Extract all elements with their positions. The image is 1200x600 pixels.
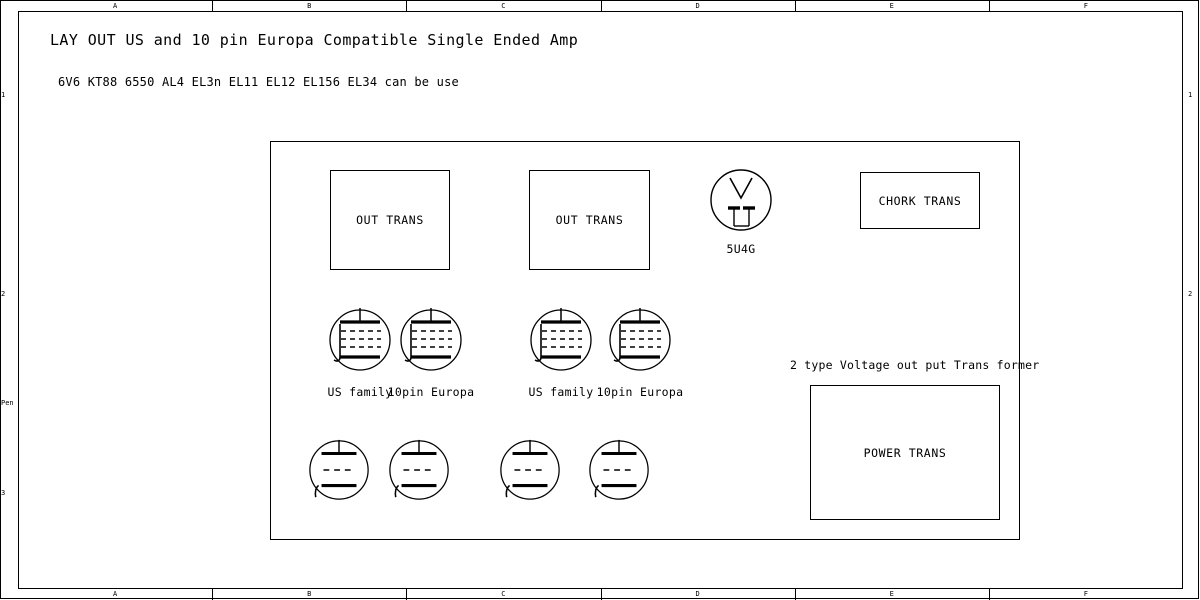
frame-column-marker-c-bottom: C bbox=[501, 590, 506, 598]
drawing-title: LAY OUT US and 10 pin Europa Compatible … bbox=[50, 31, 579, 49]
socket-preamp-3 bbox=[497, 437, 563, 503]
socket-10pin-europa-1-caption: 10pin Europa bbox=[387, 385, 475, 399]
out-trans-right-box: OUT TRANS bbox=[529, 170, 650, 270]
frame-tick bbox=[406, 589, 408, 600]
rectifier-caption: 5U4G bbox=[726, 242, 756, 256]
frame-row-marker-right-1: 1 bbox=[1188, 91, 1193, 99]
frame-column-marker-f-bottom: F bbox=[1083, 590, 1089, 598]
power-trans-box: POWER TRANS bbox=[810, 385, 1000, 520]
pentode-tube-symbol bbox=[530, 308, 592, 371]
out-trans-left-label: OUT TRANS bbox=[356, 213, 424, 227]
socket-us-family-1-caption: US family bbox=[327, 385, 393, 399]
chork-trans-label: CHORK TRANS bbox=[878, 193, 962, 208]
out-trans-left-box: OUT TRANS bbox=[330, 170, 450, 270]
socket-us-family-1: US family bbox=[326, 306, 394, 399]
frame-column-marker-c-top: C bbox=[501, 2, 506, 10]
pentode-tube-symbol bbox=[609, 308, 671, 371]
tube-envelope-icon bbox=[710, 169, 772, 231]
triode-tube-symbol bbox=[309, 439, 369, 500]
frame-row-marker-left-2: 2 bbox=[1, 290, 6, 298]
triode-tube-symbol bbox=[589, 439, 649, 500]
frame-tick bbox=[212, 589, 214, 600]
triode-tube-symbol bbox=[389, 439, 449, 500]
frame-tick bbox=[600, 0, 602, 11]
frame-column-marker-d-top: D bbox=[695, 2, 700, 10]
frame-row-marker-right-2: 2 bbox=[1188, 290, 1193, 298]
triode-tube-symbol bbox=[500, 439, 560, 500]
frame-column-marker-b-top: B bbox=[307, 2, 312, 10]
frame-column-marker-e-top: E bbox=[889, 2, 894, 10]
socket-preamp-2 bbox=[386, 437, 452, 503]
frame-row-marker-left-3: 3 bbox=[1, 489, 6, 497]
frame-tick bbox=[794, 0, 796, 11]
frame-column-marker-a-bottom: A bbox=[112, 590, 118, 598]
rectifier-tube-symbol bbox=[710, 169, 772, 231]
frame-column-marker-e-bottom: E bbox=[889, 590, 894, 598]
frame-column-marker-d-bottom: D bbox=[695, 590, 700, 598]
drawing-subtitle: 6V6 KT88 6550 AL4 EL3n EL11 EL12 EL156 E… bbox=[58, 75, 459, 89]
frame-column-marker-a-top: A bbox=[112, 2, 118, 10]
frame-tick bbox=[988, 0, 990, 11]
socket-10pin-europa-2-caption: 10pin Europa bbox=[596, 385, 684, 399]
note-voltage-output-transformer: 2 type Voltage out put Trans former bbox=[790, 358, 1040, 372]
chork-trans-box: CHORK TRANS bbox=[860, 172, 980, 229]
pentode-tube-symbol bbox=[329, 308, 391, 371]
frame-column-marker-b-bottom: B bbox=[307, 590, 312, 598]
socket-10pin-europa-1: 10pin Europa bbox=[388, 306, 474, 399]
rectifier-socket-5u4g: 5U4G bbox=[707, 166, 775, 256]
power-trans-label: POWER TRANS bbox=[863, 445, 947, 460]
socket-preamp-4 bbox=[586, 437, 652, 503]
frame-tick bbox=[212, 0, 214, 11]
frame-row-marker-left-pen: Pen bbox=[1, 399, 14, 407]
socket-us-family-2: US family bbox=[527, 306, 595, 399]
socket-10pin-europa-2: 10pin Europa bbox=[597, 306, 683, 399]
frame-column-marker-f-top: F bbox=[1083, 2, 1089, 10]
frame-tick bbox=[406, 0, 408, 11]
frame-tick bbox=[988, 589, 990, 600]
out-trans-right-label: OUT TRANS bbox=[555, 213, 624, 227]
drawing-sheet: A A B B C C D D E E F F 1 2 Pen 3 1 2 LAY OUT US and 10 … bbox=[0, 0, 1200, 600]
frame-tick bbox=[600, 589, 602, 600]
frame-row-marker-left-1: 1 bbox=[1, 91, 6, 99]
socket-us-family-2-caption: US family bbox=[528, 385, 594, 399]
pentode-tube-symbol bbox=[400, 308, 462, 371]
frame-tick bbox=[794, 589, 796, 600]
socket-preamp-1 bbox=[306, 437, 372, 503]
